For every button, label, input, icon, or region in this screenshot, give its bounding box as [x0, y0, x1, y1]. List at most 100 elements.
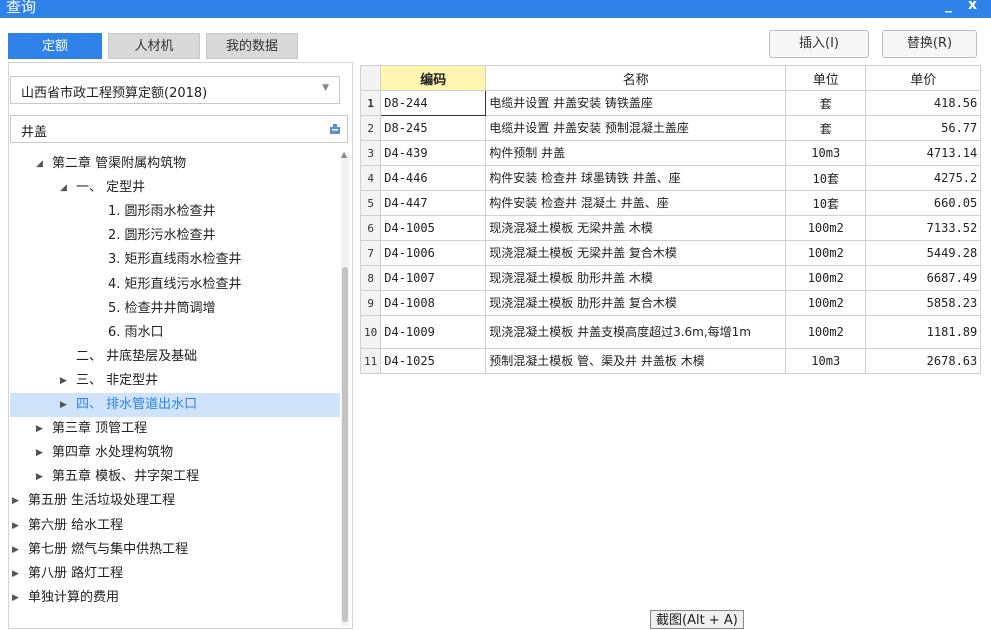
tree-item[interactable]: ▶ 第五册 生活垃圾处理工程	[10, 489, 340, 513]
tree-item[interactable]: ▶ 单独计算的费用	[10, 586, 340, 610]
cell-price[interactable]: 5858.23	[865, 290, 982, 316]
cell-code[interactable]: D8-245	[380, 115, 487, 141]
tree-item[interactable]: 5. 检查井井筒调增	[10, 297, 340, 321]
tree-item[interactable]: 2. 圆形污水检查井	[10, 224, 340, 248]
cell-code[interactable]: D8-244	[380, 90, 487, 116]
cell-name[interactable]: 现浇混凝土模板 肋形井盖 复合木模	[485, 290, 787, 316]
cell-code[interactable]: D4-446	[380, 165, 487, 191]
cell-price[interactable]: 660.05	[865, 190, 982, 216]
cell-code[interactable]: D4-1025	[380, 348, 487, 374]
tree-item[interactable]: 4. 矩形直线污水检查井	[10, 273, 340, 297]
tree-item[interactable]: ▶ 三、 非定型井	[10, 369, 340, 393]
expand-arrow-icon[interactable]: ▶	[12, 586, 19, 610]
cell-price[interactable]: 7133.52	[865, 215, 982, 241]
expand-arrow-icon[interactable]: ▶	[12, 562, 19, 586]
cell-unit[interactable]: 100m2	[785, 290, 867, 316]
cell-unit[interactable]: 10m3	[785, 348, 867, 374]
tree-item[interactable]: 6. 雨水口	[10, 321, 340, 345]
cell-code[interactable]: D4-439	[380, 140, 487, 166]
scroll-up-icon[interactable]: ▲	[341, 150, 347, 159]
table-row[interactable]: 6 D4-1005 现浇混凝土模板 无梁井盖 木模 100m2 7133.52	[359, 215, 982, 241]
tree-item[interactable]: ▶ 第四章 水处理构筑物	[10, 441, 340, 465]
cell-unit[interactable]: 套	[785, 90, 867, 116]
expand-arrow-icon[interactable]: ▶	[36, 417, 43, 441]
tree-item[interactable]: ▶ 第三章 顶管工程	[10, 417, 340, 441]
cell-name[interactable]: 电缆井设置 井盖安装 预制混凝土盖座	[485, 115, 787, 141]
cell-name[interactable]: 现浇混凝土模板 无梁井盖 复合木模	[485, 240, 787, 266]
cell-name[interactable]: 预制混凝土模板 管、渠及井 井盖板 木模	[485, 348, 787, 374]
table-row[interactable]: 1 D8-244 电缆井设置 井盖安装 铸铁盖座套 418.56	[359, 90, 982, 116]
table-row[interactable]: 2 D8-245 电缆井设置 井盖安装 预制混凝土盖座套 56.77	[359, 115, 982, 141]
collapse-arrow-icon[interactable]: ◢	[60, 176, 67, 200]
tree-scrollbar[interactable]: ▲	[341, 150, 349, 626]
cell-price[interactable]: 56.77	[865, 115, 982, 141]
cell-price[interactable]: 1181.89	[865, 315, 982, 349]
table-row[interactable]: 7 D4-1006 现浇混凝土模板 无梁井盖 复合木模 100m2 5449.28	[359, 240, 982, 266]
cell-unit[interactable]: 10套	[785, 165, 867, 191]
tree-item[interactable]: ▶ 第六册 给水工程	[10, 514, 340, 538]
table-row[interactable]: 5 D4-447 构件安装 检查井 混凝土 井盖、座 10套 660.05	[359, 190, 982, 216]
cell-name[interactable]: 现浇混凝土模板 无梁井盖 木模	[485, 215, 787, 241]
expand-arrow-icon[interactable]: ▶	[36, 441, 43, 465]
cell-price[interactable]: 6687.49	[865, 265, 982, 291]
scrollbar-thumb[interactable]	[342, 267, 348, 622]
cell-code[interactable]: D4-447	[380, 190, 487, 216]
tree-item[interactable]: 1. 圆形雨水检查井	[10, 200, 340, 224]
table-row[interactable]: 3 D4-439 构件预制 井盖 10m3 4713.14	[359, 140, 982, 166]
replace-button[interactable]: 替换(R)	[882, 30, 977, 58]
tab-my-data[interactable]: 我的数据	[206, 33, 298, 59]
tree-item[interactable]: 3. 矩形直线雨水检查井	[10, 248, 340, 272]
header-name[interactable]: 名称	[485, 65, 787, 91]
header-code[interactable]: 编码	[380, 65, 487, 91]
close-button[interactable]: x	[968, 0, 977, 13]
cell-name[interactable]: 构件安装 检查井 混凝土 井盖、座	[485, 190, 787, 216]
cell-unit[interactable]: 10m3	[785, 140, 867, 166]
tree-item[interactable]: ▶ 第七册 燃气与集中供热工程	[10, 538, 340, 562]
cell-code[interactable]: D4-1006	[380, 240, 487, 266]
table-row[interactable]: 8 D4-1007 现浇混凝土模板 肋形井盖 木模 100m2 6687.49	[359, 265, 982, 291]
cell-unit[interactable]: 100m2	[785, 215, 867, 241]
chevron-down-icon[interactable]: ▼	[322, 83, 329, 93]
cell-unit[interactable]: 套	[785, 115, 867, 141]
cell-unit[interactable]: 100m2	[785, 315, 867, 349]
table-row[interactable]: 4 D4-446 构件安装 检查井 球墨铸铁 井盖、座 10套 4275.2	[359, 165, 982, 191]
tab-labor-material-machine[interactable]: 人材机	[108, 33, 200, 59]
cell-code[interactable]: D4-1005	[380, 215, 487, 241]
table-row[interactable]: 11 D4-1025 预制混凝土模板 管、渠及井 井盖板 木模 10m3 2678.63	[359, 348, 982, 374]
minimize-button[interactable]: _	[945, 0, 952, 13]
cell-name[interactable]: 构件预制 井盖	[485, 140, 787, 166]
expand-arrow-icon[interactable]: ▶	[60, 369, 67, 393]
expand-arrow-icon[interactable]: ▶	[12, 538, 19, 562]
tree-item[interactable]: ◢ 一、 定型井	[10, 176, 340, 200]
search-input[interactable]: 井盖	[21, 121, 47, 140]
expand-arrow-icon[interactable]: ▶	[12, 489, 19, 513]
cell-price[interactable]: 418.56	[865, 90, 982, 116]
cell-code[interactable]: D4-1007	[380, 265, 487, 291]
tree-item[interactable]: ▶ 第五章 模板、井字架工程	[10, 465, 340, 489]
cell-name[interactable]: 现浇混凝土模板 肋形井盖 木模	[485, 265, 787, 291]
search-icon[interactable]	[329, 123, 341, 135]
cell-name[interactable]: 现浇混凝土模板 井盖支模高度超过3.6m,每增1m	[485, 315, 787, 349]
cell-price[interactable]: 2678.63	[865, 348, 982, 374]
collapse-arrow-icon[interactable]: ◢	[36, 152, 43, 176]
header-price[interactable]: 单价	[865, 65, 982, 91]
header-unit[interactable]: 单位	[785, 65, 867, 91]
quota-library-select[interactable]: 山西省市政工程预算定额(2018) ▼	[10, 76, 340, 104]
tree-item[interactable]: ◢ 第二章 管渠附属构筑物	[10, 152, 340, 176]
tree-item[interactable]: ▶ 四、 排水管道出水口	[10, 393, 340, 417]
expand-arrow-icon[interactable]: ▶	[60, 393, 67, 417]
cell-price[interactable]: 4713.14	[865, 140, 982, 166]
table-row[interactable]: 9 D4-1008 现浇混凝土模板 肋形井盖 复合木模 100m2 5858.23	[359, 290, 982, 316]
cell-code[interactable]: D4-1008	[380, 290, 487, 316]
tree-item[interactable]: 二、 井底垫层及基础	[10, 345, 340, 369]
cell-unit[interactable]: 10套	[785, 190, 867, 216]
cell-price[interactable]: 4275.2	[865, 165, 982, 191]
cell-price[interactable]: 5449.28	[865, 240, 982, 266]
expand-arrow-icon[interactable]: ▶	[12, 514, 19, 538]
cell-unit[interactable]: 100m2	[785, 265, 867, 291]
cell-unit[interactable]: 100m2	[785, 240, 867, 266]
insert-button[interactable]: 插入(I)	[769, 30, 869, 58]
expand-arrow-icon[interactable]: ▶	[36, 465, 43, 489]
cell-name[interactable]: 构件安装 检查井 球墨铸铁 井盖、座	[485, 165, 787, 191]
cell-name[interactable]: 电缆井设置 井盖安装 铸铁盖座	[485, 90, 787, 116]
